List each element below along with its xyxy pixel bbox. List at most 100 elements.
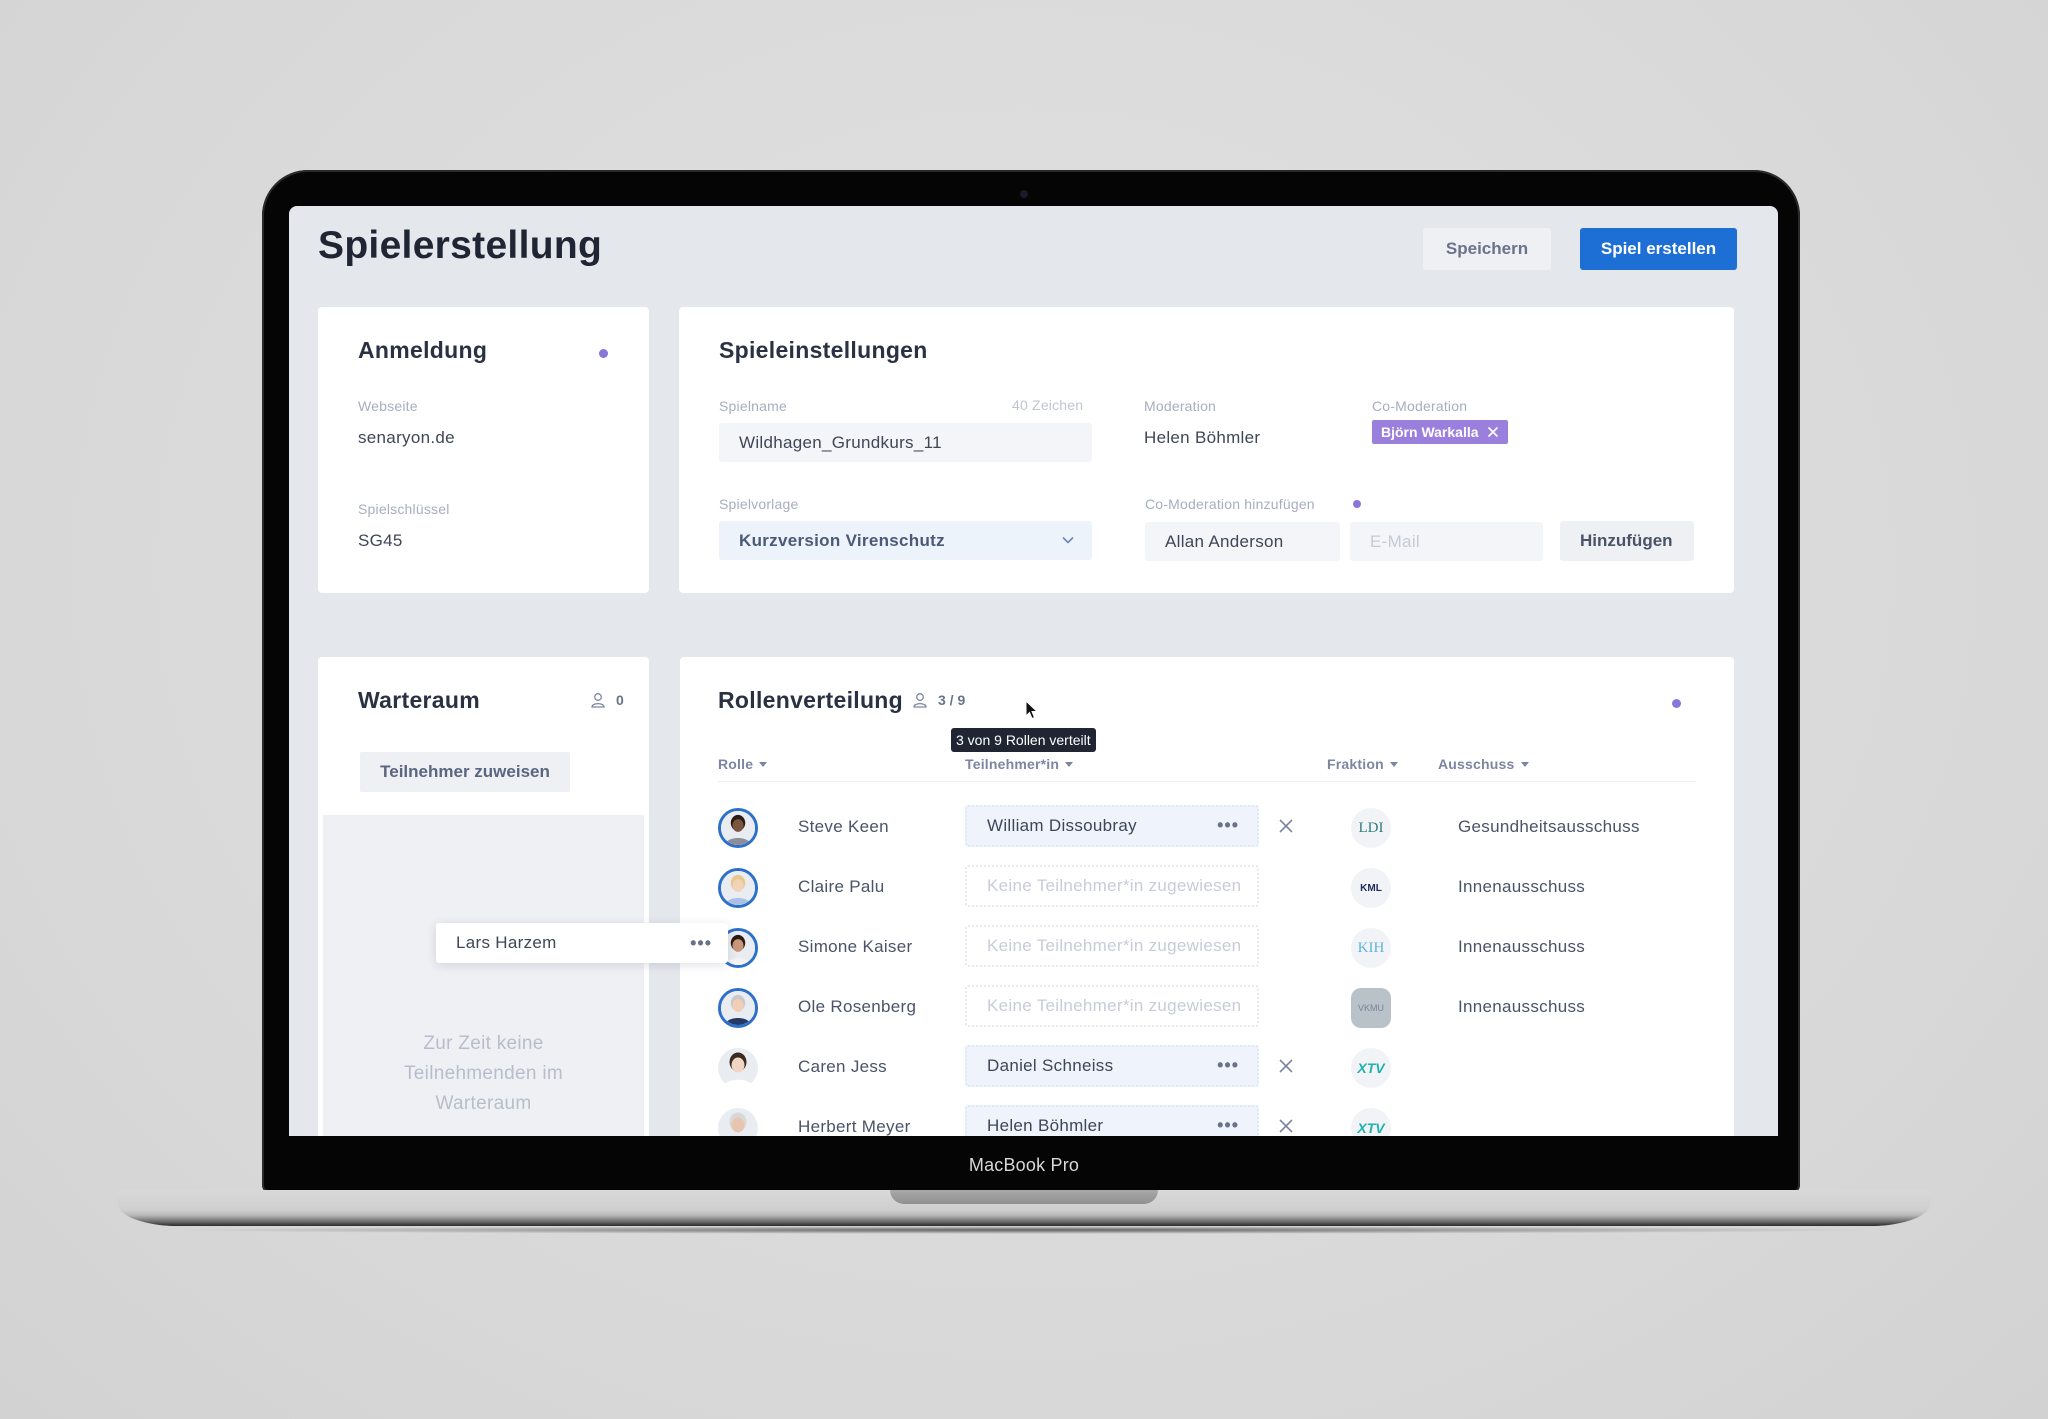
header-divider (718, 781, 1696, 782)
empty-participant-slot[interactable]: Keine Teilnehmer*in zugewiesen (965, 985, 1259, 1027)
avatar-portrait-icon (718, 1048, 758, 1088)
game-settings-card: Spieleinstellungen Spielname 40 Zeichen … (679, 307, 1734, 593)
comoderator-chip: Björn Warkalla (1372, 420, 1508, 444)
column-header-participant[interactable]: Teilnehmer*in (965, 756, 1074, 772)
party-logo-icon: KIH (1351, 928, 1391, 968)
role-name: Caren Jess (798, 1057, 887, 1076)
participant-name: Keine Teilnehmer*in zugewiesen (987, 936, 1242, 955)
party-logo-icon: XTV (1351, 1108, 1391, 1136)
empty-participant-slot[interactable]: Keine Teilnehmer*in zugewiesen (965, 865, 1259, 907)
game-name-input[interactable]: Wildhagen_Grundkurs_11 (719, 423, 1092, 462)
comoderator-email-input[interactable]: E-Mail (1350, 522, 1543, 561)
participant-name: Lars Harzem (456, 933, 557, 952)
template-select[interactable]: Kurzversion Virenschutz (719, 521, 1092, 560)
column-header-party[interactable]: Fraktion (1327, 756, 1398, 772)
participant-name: Daniel Schneiss (987, 1056, 1114, 1075)
more-options-icon[interactable]: ••• (1217, 806, 1239, 844)
mouse-cursor-icon (1025, 700, 1039, 720)
dragged-participant-card[interactable]: Lars Harzem ••• (436, 923, 728, 963)
create-game-button[interactable]: Spiel erstellen (1580, 228, 1737, 270)
role-name: Simone Kaiser (798, 937, 913, 956)
camera-icon (1020, 190, 1028, 198)
comoderator-name-input[interactable]: Allan Anderson (1145, 522, 1340, 561)
assigned-participant-slot[interactable]: William Dissoubray ••• (965, 805, 1259, 847)
moderation-value: Helen Böhmler (1144, 428, 1261, 447)
save-button[interactable]: Speichern (1423, 228, 1551, 270)
website-value: senaryon.de (358, 428, 455, 447)
status-dot (599, 349, 608, 358)
template-label: Spielvorlage (719, 496, 799, 512)
role-name: Herbert Meyer (798, 1117, 911, 1136)
game-settings-title: Spieleinstellungen (719, 337, 928, 363)
table-row: Ole Rosenberg Keine Teilnehmer*in zugewie… (680, 979, 1734, 1039)
role-avatar (718, 988, 758, 1028)
table-row: Caren Jess Daniel Schneiss ••• XTV (680, 1039, 1734, 1099)
table-row: Herbert Meyer Helen Böhmler ••• XTV (680, 1099, 1734, 1136)
waiting-count: 0 (590, 692, 624, 708)
more-options-icon[interactable]: ••• (690, 923, 712, 963)
sort-caret-icon (759, 761, 768, 767)
table-row: Claire Palu Keine Teilnehmer*in zugewiese… (680, 859, 1734, 919)
party-logo-icon: XTV (1351, 1048, 1391, 1088)
role-distribution-title: Rollenverteilung (718, 687, 903, 713)
roles-assigned-count[interactable]: 3 / 9 (912, 692, 965, 708)
committee-name: Innenausschuss (1458, 937, 1586, 956)
committee-name: Gesundheitsausschuss (1458, 817, 1640, 836)
remove-icon[interactable] (1487, 426, 1499, 438)
template-value: Kurzversion Virenschutz (739, 531, 945, 550)
person-icon (913, 693, 927, 708)
avatar-portrait-icon (718, 1108, 758, 1136)
role-distribution-card: Rollenverteilung 3 / 9 3 von 9 Rollen ve… (680, 657, 1734, 1136)
participant-name: William Dissoubray (987, 816, 1137, 835)
person-icon (591, 693, 605, 708)
assign-participants-button[interactable]: Teilnehmer zuweisen (360, 752, 570, 792)
committee-name: Innenausschuss (1458, 877, 1586, 896)
participant-name: Helen Böhmler (987, 1116, 1104, 1135)
roles-count-value: 3 / 9 (938, 692, 966, 708)
more-options-icon[interactable]: ••• (1217, 1106, 1239, 1136)
close-icon[interactable] (1279, 819, 1293, 833)
assigned-participant-slot[interactable]: Daniel Schneiss ••• (965, 1045, 1259, 1087)
committee-name: Innenausschuss (1458, 997, 1586, 1016)
role-name: Claire Palu (798, 877, 885, 896)
game-name-char-limit: 40 Zeichen (1012, 397, 1084, 413)
column-header-committee[interactable]: Ausschuss (1438, 756, 1529, 772)
add-comoderator-button[interactable]: Hinzufügen (1560, 521, 1694, 561)
role-name: Ole Rosenberg (798, 997, 917, 1016)
column-header-role[interactable]: Rolle (718, 756, 768, 772)
registration-title: Anmeldung (358, 337, 488, 363)
close-icon[interactable] (1279, 1119, 1293, 1133)
avatar-portrait-icon (721, 811, 755, 845)
app-screen: Spielerstellung Speichern Spiel erstelle… (289, 206, 1778, 1136)
registration-card: Anmeldung Webseite senaryon.de Spielschl… (318, 307, 649, 593)
party-logo-icon: VKMU (1351, 988, 1391, 1028)
waiting-room-dropzone[interactable]: Zur Zeit keine Teilnehmenden im Warterau… (323, 815, 644, 1136)
more-options-icon[interactable]: ••• (1217, 1046, 1239, 1084)
empty-participant-slot[interactable]: Keine Teilnehmer*in zugewiesen (965, 925, 1259, 967)
avatar-portrait-icon (721, 991, 755, 1025)
participant-name: Keine Teilnehmer*in zugewiesen (987, 996, 1242, 1015)
party-logo-icon: KML (1351, 868, 1391, 908)
sort-caret-icon (1520, 761, 1529, 767)
laptop-notch (890, 1190, 1158, 1204)
chevron-down-icon (1062, 536, 1074, 544)
device-label: MacBook Pro (968, 1155, 1080, 1175)
roles-tooltip: 3 von 9 Rollen verteilt (951, 728, 1096, 752)
waiting-room-title: Warteraum (358, 687, 480, 713)
role-name: Steve Keen (798, 817, 889, 836)
page-title: Spielerstellung (318, 224, 603, 267)
website-label: Webseite (358, 398, 418, 414)
role-avatar (718, 1048, 758, 1088)
party-logo-icon: LDI (1351, 808, 1391, 848)
participant-name: Keine Teilnehmer*in zugewiesen (987, 876, 1242, 895)
game-name-label: Spielname (719, 398, 787, 414)
sort-caret-icon (1389, 761, 1398, 767)
game-key-value: SG45 (358, 531, 403, 550)
waiting-count-value: 0 (616, 692, 624, 708)
role-avatar (718, 1108, 758, 1136)
laptop-shadow (160, 1226, 1890, 1234)
close-icon[interactable] (1279, 1059, 1293, 1073)
empty-waiting-message: Zur Zeit keine Teilnehmenden im Warterau… (404, 1033, 563, 1114)
assigned-participant-slot[interactable]: Helen Böhmler ••• (965, 1105, 1259, 1136)
avatar-portrait-icon (721, 871, 755, 905)
